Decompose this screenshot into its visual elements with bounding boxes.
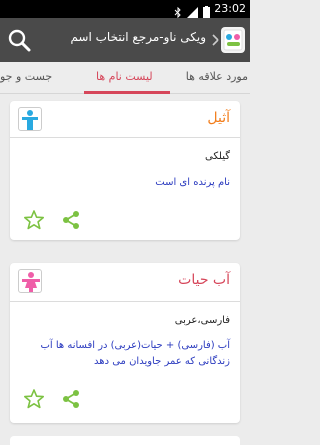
clock: 23:02: [214, 2, 246, 15]
name-card[interactable]: آب حیات فارسی،عربی آب (فارسی) + حیات(عرب…: [10, 263, 240, 423]
app-logo[interactable]: [212, 24, 246, 56]
name-meaning: نام پرنده ای است: [155, 177, 230, 188]
divider: [10, 137, 240, 138]
name-origin: گیلکی: [205, 151, 230, 162]
divider: [10, 301, 240, 302]
tab-favorites[interactable]: مورد علاقه ها: [186, 62, 248, 94]
app-bar: ویکی ناو-مرجع انتخاب اسم: [0, 18, 250, 62]
tab-name-list[interactable]: لیست نام ها: [96, 62, 153, 94]
name-card[interactable]: آثیل گیلکی نام پرنده ای است: [10, 101, 240, 240]
tab-search[interactable]: جست و جو: [0, 62, 52, 94]
name-card[interactable]: [10, 436, 240, 445]
status-bar: 23:02: [0, 0, 250, 19]
name-origin: فارسی،عربی: [174, 315, 230, 326]
name-meaning: آب (فارسی) + حیات(عربی) در افسانه ها آب …: [40, 340, 230, 367]
name-title: آثیل: [207, 110, 230, 126]
favorite-star-icon[interactable]: [23, 209, 45, 231]
share-icon[interactable]: [60, 388, 82, 410]
share-icon[interactable]: [60, 209, 82, 231]
favorite-star-icon[interactable]: [23, 388, 45, 410]
female-icon: [18, 269, 42, 293]
male-icon: [18, 107, 42, 131]
active-tab-indicator: [84, 91, 170, 94]
tab-bar: جست و جو لیست نام ها مورد علاقه ها: [0, 62, 250, 94]
search-icon[interactable]: [6, 27, 32, 53]
app-title: ویکی ناو-مرجع انتخاب اسم: [70, 30, 206, 44]
name-title: آب حیات: [178, 272, 230, 288]
